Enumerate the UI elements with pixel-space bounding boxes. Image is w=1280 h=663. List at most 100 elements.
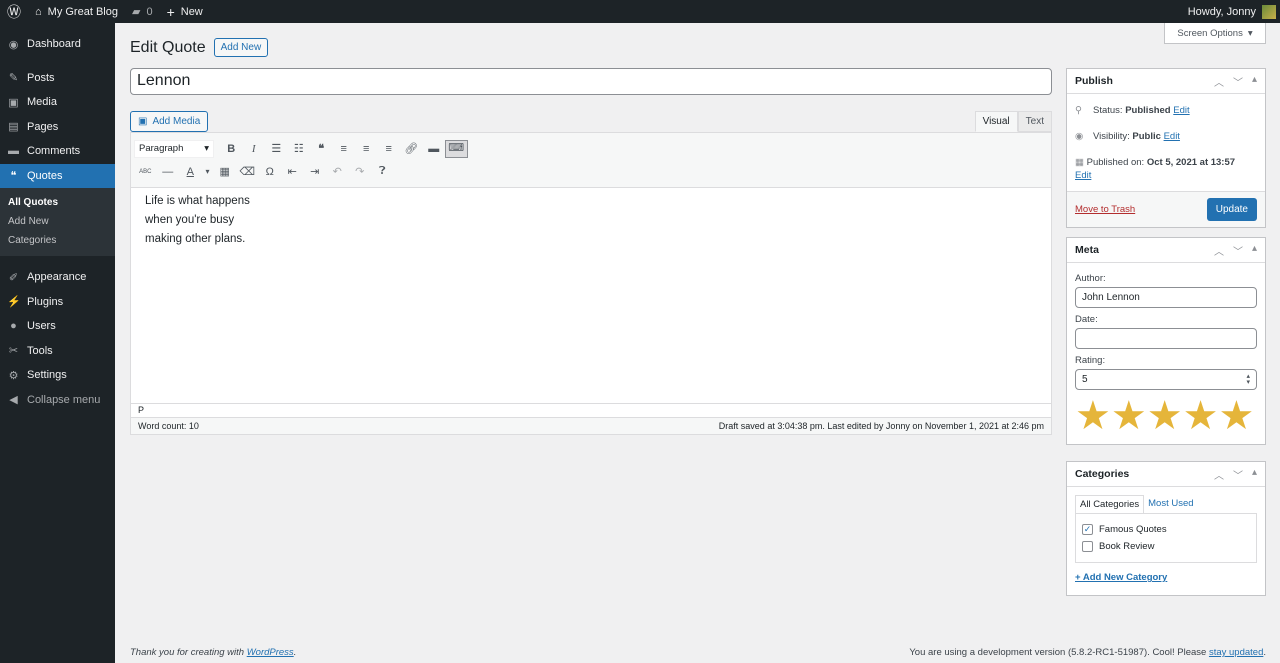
submenu-item[interactable]: Add New <box>0 212 115 231</box>
tab-visual[interactable]: Visual <box>974 111 1018 132</box>
sidebar-item-tools[interactable]: ✂ Tools <box>0 339 115 364</box>
format-select[interactable]: Paragraph ▾ <box>134 139 214 158</box>
screen-options-button[interactable]: Screen Options ▾ <box>1164 23 1266 44</box>
indent-icon[interactable]: ⇥ <box>304 165 327 178</box>
rating-stepper[interactable]: 5 ▴ ▾ <box>1075 369 1257 390</box>
wordpress-logo-icon[interactable]: Ⓦ <box>0 0 28 23</box>
format-value: Paragraph <box>139 143 184 154</box>
collapse-toggle-icon[interactable]: ▴ <box>1252 467 1257 482</box>
italic-icon[interactable]: I <box>243 143 266 155</box>
star-icon[interactable]: ★ <box>1147 396 1183 436</box>
align-right-icon[interactable]: ≡ <box>378 143 401 155</box>
undo-icon[interactable]: ↶ <box>326 165 349 178</box>
redo-icon[interactable]: ↷ <box>349 165 372 178</box>
move-up-icon[interactable]: ︿ <box>1214 467 1224 482</box>
sidebar-item-label: Posts <box>27 71 55 84</box>
sidebar-item-settings[interactable]: ⚙ Settings <box>0 363 115 388</box>
author-input[interactable]: John Lennon <box>1075 287 1257 308</box>
numbered-list-icon[interactable]: ☷ <box>288 142 311 155</box>
collapse-menu-button[interactable]: ◀ Collapse menu <box>0 388 115 413</box>
sidebar-item-pages[interactable]: ▤ Pages <box>0 115 115 140</box>
stay-updated-link[interactable]: stay updated <box>1209 647 1263 658</box>
submenu-item[interactable]: Categories <box>0 231 115 250</box>
align-left-icon[interactable]: ≡ <box>333 143 356 155</box>
calendar-icon: ▦ <box>1075 157 1084 168</box>
add-new-button[interactable]: Add New <box>213 38 269 57</box>
star-icon[interactable]: ★ <box>1111 396 1147 436</box>
tab-most-used[interactable]: Most Used <box>1144 495 1197 513</box>
submenu-item[interactable]: All Quotes <box>0 193 115 212</box>
strikethrough-icon[interactable]: ABC <box>134 169 157 175</box>
text-color-icon[interactable]: A <box>179 166 202 178</box>
move-up-icon[interactable]: ︿ <box>1214 74 1224 89</box>
add-new-category-link[interactable]: + Add New Category <box>1075 572 1167 583</box>
move-down-icon[interactable]: ﹀ <box>1233 467 1243 482</box>
page-title: Edit Quote <box>130 38 206 56</box>
edit-visibility-link[interactable]: Edit <box>1164 131 1180 142</box>
tab-all-categories[interactable]: All Categories <box>1075 495 1145 513</box>
move-up-icon[interactable]: ︿ <box>1214 243 1224 258</box>
outdent-icon[interactable]: ⇤ <box>281 165 304 178</box>
sidebar-item-quotes[interactable]: ❝ Quotes <box>0 163 115 188</box>
sidebar-item-posts[interactable]: ✎ Posts <box>0 66 115 91</box>
blockquote-icon[interactable]: ❝ <box>310 142 333 155</box>
caret-down-icon[interactable]: ▾ <box>202 167 214 176</box>
sidebar-item-plugins[interactable]: ⚡ Plugins <box>0 290 115 315</box>
published-value: Oct 5, 2021 at 13:57 <box>1146 157 1236 168</box>
sidebar-item-comments[interactable]: ▬ Comments <box>0 139 115 164</box>
editor-content[interactable]: Life is what happens when you're busy ma… <box>131 188 1051 403</box>
bold-icon[interactable]: B <box>220 143 243 155</box>
bullet-list-icon[interactable]: ☰ <box>265 142 288 155</box>
star-icon[interactable]: ★ <box>1075 396 1111 436</box>
wordpress-link[interactable]: WordPress <box>247 647 294 658</box>
footer-period: . <box>293 647 297 658</box>
collapse-toggle-icon[interactable]: ▴ <box>1252 243 1257 258</box>
category-checkbox[interactable] <box>1082 541 1093 552</box>
post-title-input[interactable]: Lennon <box>130 68 1052 95</box>
move-down-icon[interactable]: ﹀ <box>1233 74 1243 89</box>
spinner-icon[interactable]: ▴ ▾ <box>1246 373 1250 386</box>
toolbar-toggle-icon[interactable]: ⌨ <box>445 139 468 158</box>
star-icon[interactable]: ★ <box>1218 396 1254 436</box>
help-icon[interactable]: ❓︎ <box>371 165 394 178</box>
paste-text-icon[interactable]: ▦ <box>214 165 237 178</box>
align-center-icon[interactable]: ≡ <box>355 143 378 155</box>
comment-count: 0 <box>146 5 153 18</box>
howdy-label: Howdy, Jonny <box>1187 5 1256 18</box>
category-list: ✓ Famous Quotes Book Review <box>1075 513 1257 563</box>
sidebar-item-media[interactable]: ▣ Media <box>0 90 115 115</box>
add-media-button[interactable]: ▣ Add Media <box>130 111 209 132</box>
edit-date-link[interactable]: Edit <box>1075 170 1091 181</box>
element-path: P <box>131 403 1051 417</box>
comments-link[interactable]: ▰ 0 <box>125 0 160 23</box>
site-name-link[interactable]: ⌂ My Great Blog <box>28 0 125 23</box>
link-icon[interactable]: 🔗︎ <box>400 142 423 155</box>
content-line: Life is what happens <box>145 195 250 207</box>
status-label: Status: <box>1093 105 1123 116</box>
my-account-link[interactable]: Howdy, Jonny <box>1181 0 1280 23</box>
sidebar-item-users[interactable]: ● Users <box>0 314 115 339</box>
horizontal-line-icon[interactable]: — <box>157 166 180 178</box>
category-checkbox[interactable]: ✓ <box>1082 524 1093 535</box>
tab-text[interactable]: Text <box>1017 111 1052 132</box>
collapse-icon: ◀ <box>9 394 18 407</box>
special-character-icon[interactable]: Ω <box>259 166 282 178</box>
footer-thanks: Thank you for creating with <box>130 647 247 658</box>
move-to-trash-link[interactable]: Move to Trash <box>1075 204 1135 215</box>
screen-options-label: Screen Options <box>1177 27 1243 39</box>
collapse-toggle-icon[interactable]: ▴ <box>1252 74 1257 89</box>
star-icon[interactable]: ★ <box>1183 396 1219 436</box>
sidebar-item-appearance[interactable]: ✐ Appearance <box>0 265 115 290</box>
sidebar-item-dashboard[interactable]: ◉ Dashboard <box>0 32 115 57</box>
read-more-icon[interactable]: ▬ <box>423 143 446 155</box>
update-button[interactable]: Update <box>1206 198 1257 221</box>
sidebar-item-label: Media <box>27 96 57 109</box>
move-down-icon[interactable]: ﹀ <box>1233 243 1243 258</box>
clear-formatting-icon[interactable]: ⌫ <box>236 165 259 178</box>
date-input[interactable] <box>1075 328 1257 349</box>
add-media-label: Add Media <box>152 116 201 127</box>
category-item: Book Review <box>1082 538 1250 555</box>
new-content-link[interactable]: + New <box>160 0 210 23</box>
edit-status-link[interactable]: Edit <box>1173 105 1189 116</box>
new-label: New <box>180 5 203 18</box>
